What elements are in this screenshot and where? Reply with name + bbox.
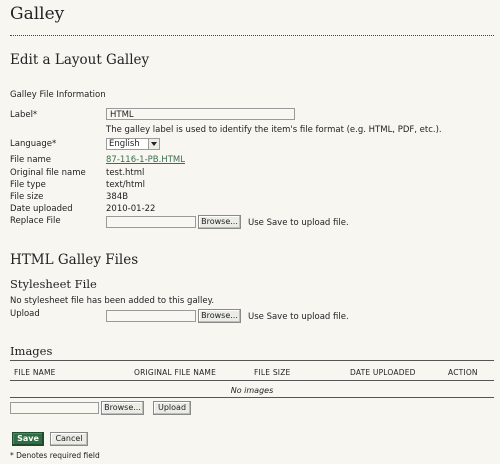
stylesheet-file-input[interactable] (106, 310, 196, 322)
images-table-top-rule (10, 360, 494, 361)
stylesheet-note: No stylesheet file has been added to thi… (10, 296, 215, 306)
edit-galley-heading: Edit a Layout Galley (10, 52, 150, 68)
image-file-input[interactable] (10, 402, 99, 414)
file-type-value: text/html (106, 180, 146, 190)
section-label: Galley File Information (10, 90, 106, 100)
language-select[interactable]: English (106, 138, 160, 150)
date-uploaded-value: 2010-01-22 (106, 204, 156, 214)
file-type-label: File type (10, 180, 46, 190)
col-file-name: FILE NAME (14, 368, 56, 377)
image-browse-button[interactable]: Browse... (101, 401, 144, 415)
original-file-name-label: Original file name (10, 168, 86, 178)
file-size-value: 384B (106, 192, 129, 202)
label-input[interactable]: HTML (106, 108, 295, 120)
replace-file-input[interactable] (106, 216, 196, 228)
images-heading: Images (10, 344, 53, 358)
upload-hint: Use Save to upload file. (248, 312, 349, 322)
images-table-bottom-rule (10, 397, 494, 398)
images-empty-text: No images (230, 386, 274, 395)
label-field-label: Label* (10, 110, 38, 120)
chevron-down-icon (148, 139, 159, 149)
file-name-label: File name (10, 155, 52, 165)
file-size-label: File size (10, 192, 44, 202)
title-divider (10, 35, 494, 36)
label-help-text: The galley label is used to identify the… (106, 125, 442, 135)
html-galley-heading: HTML Galley Files (10, 252, 139, 268)
file-name-link[interactable]: 87-116-1-PB.HTML (106, 155, 185, 165)
replace-browse-button[interactable]: Browse... (198, 215, 241, 229)
col-action: ACTION (448, 368, 478, 377)
stylesheet-browse-button[interactable]: Browse... (198, 309, 241, 323)
page-title: Galley (10, 4, 65, 24)
col-date-uploaded: DATE UPLOADED (350, 368, 416, 377)
replace-file-label: Replace File (10, 216, 61, 226)
image-upload-button[interactable]: Upload (153, 401, 191, 415)
replace-hint: Use Save to upload file. (248, 218, 349, 228)
date-uploaded-label: Date uploaded (10, 204, 73, 214)
upload-label: Upload (10, 309, 40, 319)
save-button[interactable]: Save (12, 432, 44, 446)
stylesheet-heading: Stylesheet File (10, 277, 97, 291)
col-original-file-name: ORIGINAL FILE NAME (134, 368, 217, 377)
original-file-name-value: test.html (106, 168, 145, 178)
required-note: * Denotes required field (10, 451, 100, 460)
cancel-button[interactable]: Cancel (50, 432, 88, 446)
language-label: Language* (10, 139, 57, 149)
col-file-size: FILE SIZE (254, 368, 291, 377)
images-table-header-rule (10, 380, 494, 381)
